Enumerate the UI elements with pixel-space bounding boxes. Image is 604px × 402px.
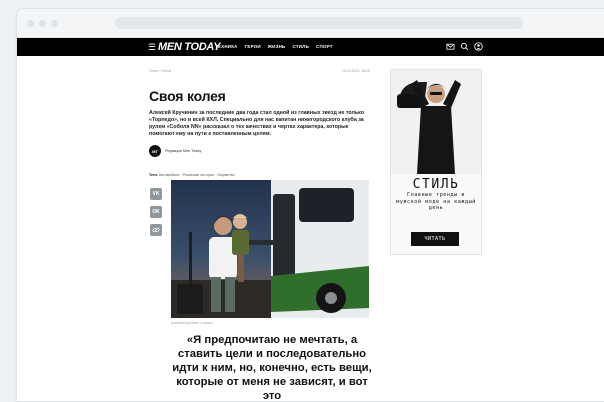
ok-icon: OK [152, 209, 160, 215]
window-dot [27, 20, 34, 27]
user-icon[interactable] [474, 42, 483, 51]
address-bar[interactable] [115, 17, 523, 29]
photo-caption: Алексей Кручинин с сыном [171, 321, 213, 325]
breadcrumb[interactable]: Спорт / Герои [149, 69, 171, 73]
male-model-illustration [391, 70, 481, 174]
tags-label: Теги: [149, 173, 158, 177]
ok-share-button[interactable]: OK [150, 206, 162, 218]
link-icon [152, 227, 160, 233]
mail-icon[interactable] [446, 42, 455, 51]
window-dot [39, 20, 46, 27]
article-tags: Теги: Автомобили · Реальные истории · От… [149, 173, 235, 177]
article-lead: Алексей Кручинин за последние два года с… [149, 110, 364, 137]
article-photo [171, 180, 369, 318]
site-logo[interactable]: MEN TODAY [158, 40, 221, 54]
search-icon[interactable] [460, 42, 469, 51]
vk-share-button[interactable]: VK [150, 188, 162, 200]
pull-quote: «Я предпочитаю не мечтать, а ставить цел… [172, 334, 372, 402]
browser-chrome [17, 9, 604, 38]
nav-link-heroes[interactable]: ГЕРОИ [245, 43, 261, 51]
nav-link-style[interactable]: СТИЛЬ [292, 43, 309, 51]
window-dot [51, 20, 58, 27]
tags-list[interactable]: Автомобили · Реальные истории · Отцовств… [159, 173, 235, 177]
ad-subtitle: Главные тренды в мужской моде на каждый … [396, 192, 476, 211]
top-navigation: ☰ MEN TODAY ТЕХНИКА ГЕРОИ ЖИЗНЬ СТИЛЬ СП… [17, 38, 604, 56]
article-title: Своя колея [149, 88, 226, 104]
hockey-player-with-son-illustration [171, 180, 369, 318]
author-name[interactable]: Редакция Men Today [165, 149, 201, 153]
browser-window: ☰ MEN TODAY ТЕХНИКА ГЕРОИ ЖИЗНЬ СТИЛЬ СП… [16, 8, 604, 402]
publish-date: 18.03.2021, 18:00 [342, 69, 371, 73]
author-block[interactable]: MT Редакция Men Today [149, 145, 201, 157]
copy-link-button[interactable] [150, 224, 162, 236]
menu-icon[interactable]: ☰ [148, 42, 156, 52]
nav-link-tech[interactable]: ТЕХНИКА [215, 43, 238, 51]
nav-links: ТЕХНИКА ГЕРОИ ЖИЗНЬ СТИЛЬ СПОРТ [215, 43, 333, 51]
nav-link-sport[interactable]: СПОРТ [316, 43, 333, 51]
ad-read-button[interactable]: ЧИТАТЬ [411, 232, 459, 246]
nav-link-life[interactable]: ЖИЗНЬ [268, 43, 286, 51]
ad-title: СТИЛЬ [412, 177, 460, 192]
style-advertisement[interactable]: СТИЛЬ Главные тренды в мужской моде на к… [390, 69, 482, 255]
vk-icon: VK [152, 191, 160, 197]
author-avatar: MT [149, 145, 161, 157]
